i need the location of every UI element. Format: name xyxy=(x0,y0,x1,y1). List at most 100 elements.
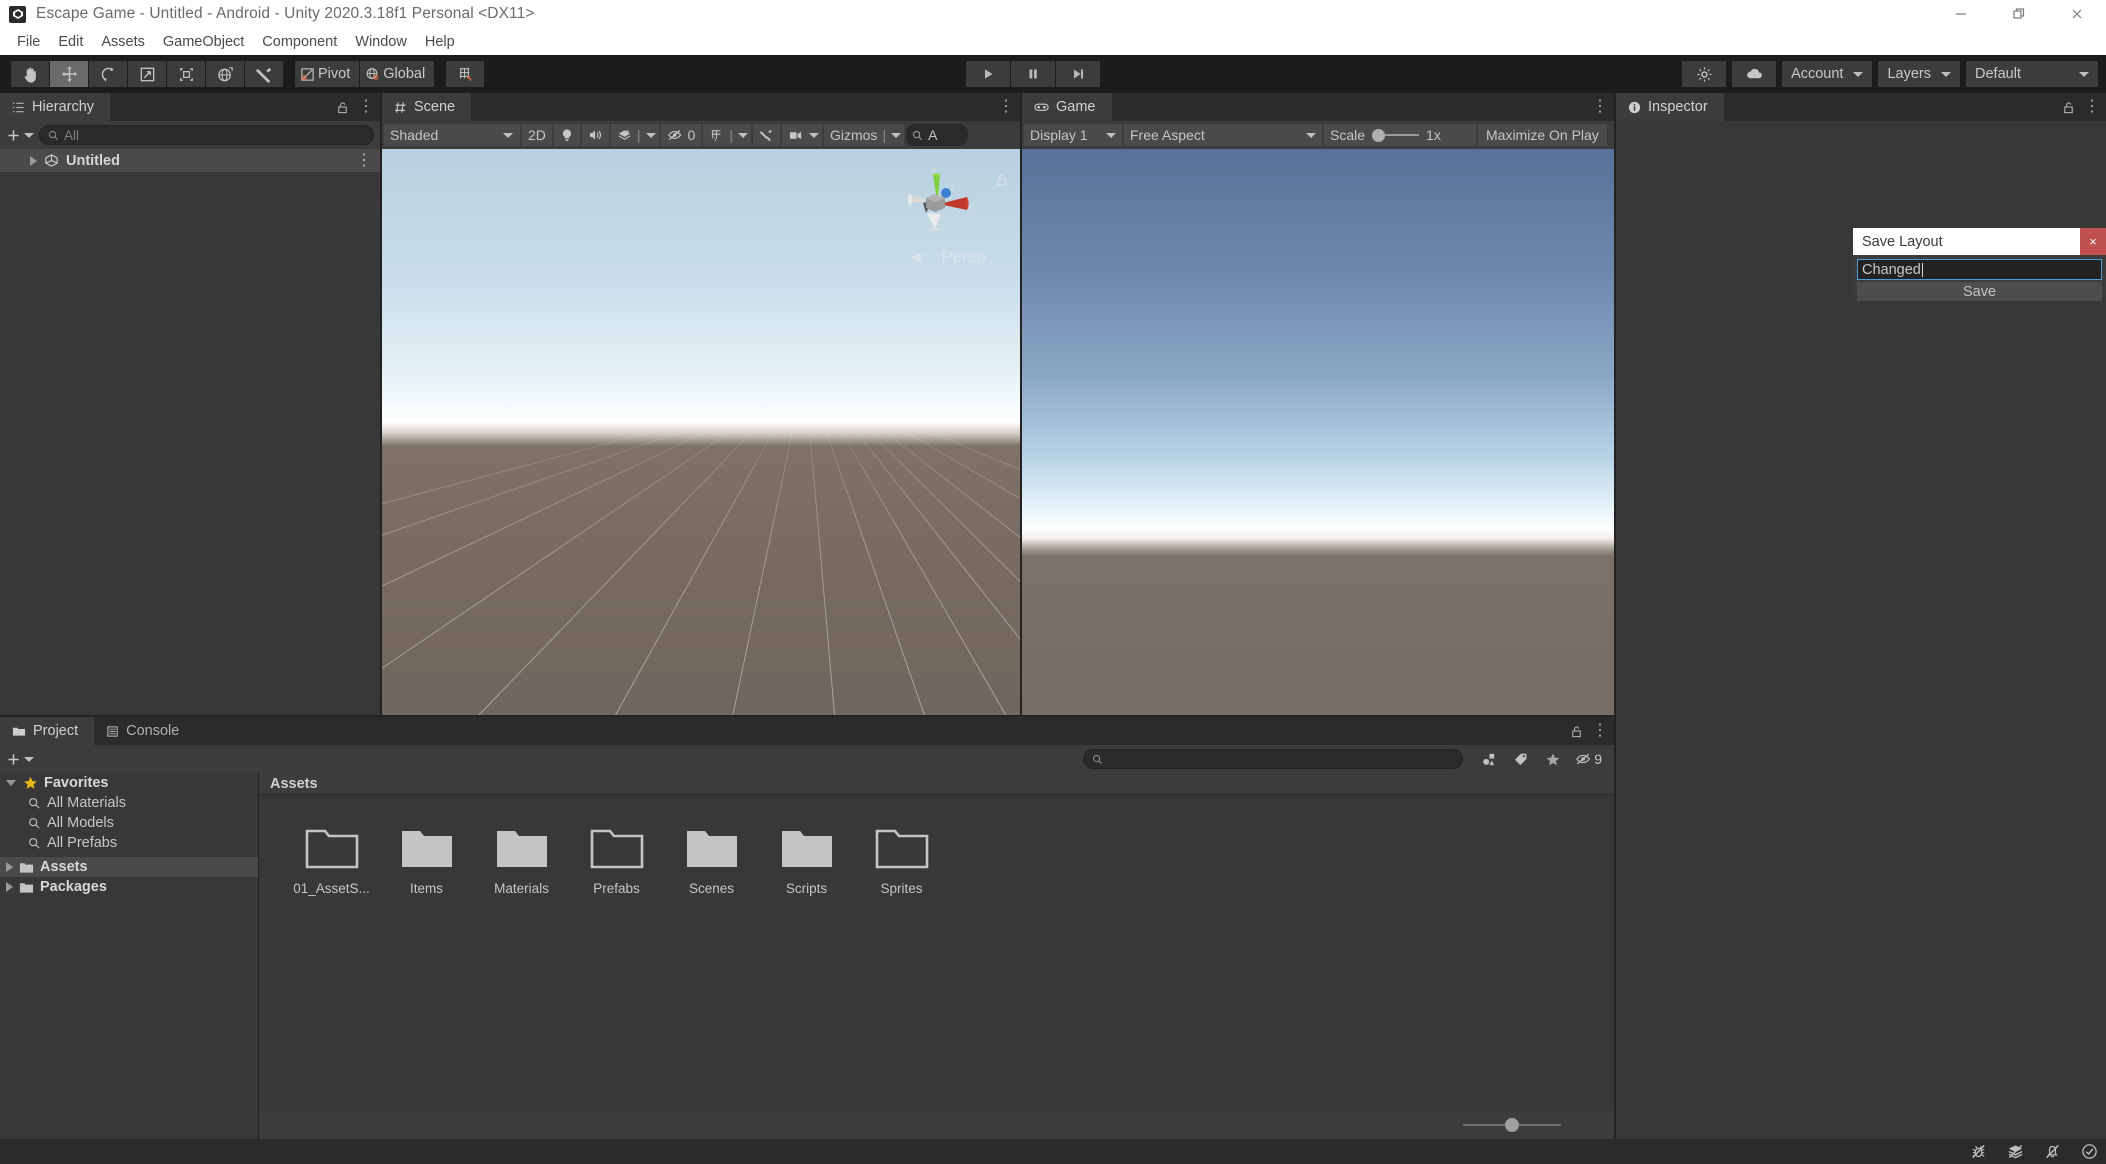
tree-row-all-prefabs[interactable]: All Prefabs xyxy=(0,833,258,853)
menu-assets[interactable]: Assets xyxy=(92,31,154,53)
expand-triangle-icon[interactable] xyxy=(30,155,37,166)
kebab-icon[interactable]: ⋮ xyxy=(2084,99,2100,115)
scene-audio-toggle[interactable] xyxy=(581,124,609,146)
project-search-input[interactable] xyxy=(1083,749,1464,769)
grid-snap-button[interactable] xyxy=(446,61,485,87)
scene-fx-dropdown[interactable]: | xyxy=(610,124,659,146)
asset-item[interactable]: Scenes xyxy=(664,823,759,896)
tab-project[interactable]: Project xyxy=(0,717,95,745)
rect-tool-button[interactable] xyxy=(167,61,205,87)
slider-track[interactable] xyxy=(1385,134,1420,136)
scale-tool-button[interactable] xyxy=(128,61,166,87)
asset-item[interactable]: Items xyxy=(379,823,474,896)
save-button[interactable]: Save xyxy=(1857,282,2102,301)
slider-track[interactable] xyxy=(1463,1124,1505,1126)
menu-help[interactable]: Help xyxy=(416,31,464,53)
layout-dropdown[interactable]: Default xyxy=(1966,61,2098,87)
custom-tool-button[interactable] xyxy=(245,61,283,87)
splitter-top-project[interactable] xyxy=(0,715,1614,717)
lock-icon[interactable] xyxy=(1570,725,1583,738)
scene-2d-toggle[interactable]: 2D xyxy=(522,124,552,146)
hierarchy-add-button[interactable] xyxy=(6,128,34,143)
splitter-main-inspector[interactable] xyxy=(1614,93,1616,1139)
scene-lighting-toggle[interactable] xyxy=(553,124,580,146)
shading-mode-dropdown[interactable]: Shaded xyxy=(384,124,520,146)
asset-item[interactable]: Scripts xyxy=(759,823,854,896)
kebab-icon[interactable]: ⋮ xyxy=(358,99,374,115)
thumbnail-size-slider[interactable] xyxy=(1463,1118,1561,1132)
kebab-icon[interactable]: ⋮ xyxy=(1592,99,1608,115)
tree-row-assets[interactable]: Assets xyxy=(0,857,258,877)
menu-window[interactable]: Window xyxy=(346,31,416,53)
move-tool-button[interactable] xyxy=(50,61,88,87)
gizmos-dropdown[interactable]: Gizmos | xyxy=(823,124,905,146)
scene-grid-dropdown[interactable]: y | xyxy=(703,124,751,146)
menu-component[interactable]: Component xyxy=(253,31,346,53)
slider-track[interactable] xyxy=(1519,1124,1561,1126)
tab-console[interactable]: Console xyxy=(94,717,196,745)
tab-game[interactable]: Game xyxy=(1022,93,1112,121)
scene-camera-dropdown[interactable] xyxy=(781,124,822,146)
scale-slider[interactable]: Scale 1x xyxy=(1324,124,1476,146)
kebab-icon[interactable]: ⋮ xyxy=(1592,723,1608,739)
restore-button[interactable] xyxy=(1990,0,2048,28)
close-icon[interactable]: × xyxy=(2080,228,2106,255)
hand-tool-button[interactable] xyxy=(11,61,49,87)
step-button[interactable] xyxy=(1056,61,1100,87)
tab-scene[interactable]: Scene xyxy=(382,93,472,121)
type-filter-icon[interactable] xyxy=(1473,748,1505,770)
tree-row-all-materials[interactable]: All Materials xyxy=(0,793,258,813)
tab-hierarchy[interactable]: Hierarchy xyxy=(0,93,111,121)
menu-file[interactable]: File xyxy=(8,31,49,53)
tab-inspector[interactable]: Inspector xyxy=(1616,93,1724,121)
scene-viewport[interactable]: ◄ Persp y x z xyxy=(382,149,1020,743)
cloud-icon[interactable] xyxy=(1732,61,1777,87)
scene-hidden-objects-toggle[interactable]: 0 xyxy=(660,124,702,146)
hierarchy-row-untitled[interactable]: Untitled ⋮ xyxy=(0,149,380,172)
asset-item[interactable]: Prefabs xyxy=(569,823,664,896)
lock-icon[interactable] xyxy=(2062,101,2075,114)
scale-slider-control[interactable] xyxy=(1372,128,1420,142)
transform-tool-button[interactable] xyxy=(206,61,244,87)
kebab-icon[interactable]: ⋮ xyxy=(356,152,372,168)
asset-item[interactable]: Materials xyxy=(474,823,569,896)
splitter-hierarchy-scene[interactable] xyxy=(380,93,382,715)
layout-name-input[interactable]: Changed xyxy=(1857,259,2102,280)
expand-triangle-icon[interactable] xyxy=(6,862,13,872)
global-button[interactable]: Global xyxy=(360,61,435,87)
star-icon[interactable] xyxy=(1537,748,1569,770)
tree-row-packages[interactable]: Packages xyxy=(0,877,258,897)
layers-dropdown[interactable]: Layers xyxy=(1878,61,1960,87)
pause-button[interactable] xyxy=(1011,61,1055,87)
menu-gameobject[interactable]: GameObject xyxy=(154,31,253,53)
bug-off-icon[interactable] xyxy=(1970,1143,1987,1160)
asset-item[interactable]: 01_AssetS... xyxy=(284,823,379,896)
check-circle-icon[interactable] xyxy=(2081,1143,2098,1160)
asset-item[interactable]: Sprites xyxy=(854,823,949,896)
tree-row-favorites[interactable]: Favorites xyxy=(0,773,258,793)
tree-row-all-models[interactable]: All Models xyxy=(0,813,258,833)
scene-search-input[interactable]: A xyxy=(906,124,969,146)
hidden-assets-toggle[interactable]: 9 xyxy=(1569,748,1608,770)
hierarchy-search-input[interactable]: All xyxy=(39,125,374,145)
close-button[interactable] xyxy=(2048,0,2106,28)
slider-knob[interactable] xyxy=(1372,128,1386,142)
lock-icon[interactable] xyxy=(336,101,349,114)
aspect-dropdown[interactable]: Free Aspect xyxy=(1124,124,1322,146)
scene-orientation-gizmo[interactable]: y x z xyxy=(901,167,975,241)
maximize-on-play-toggle[interactable]: Maximize On Play xyxy=(1478,124,1607,146)
menu-edit[interactable]: Edit xyxy=(49,31,92,53)
game-viewport[interactable] xyxy=(1022,149,1614,743)
rotate-tool-button[interactable] xyxy=(89,61,127,87)
bell-off-icon[interactable] xyxy=(2044,1143,2061,1160)
account-dropdown[interactable]: Account xyxy=(1782,61,1873,87)
splitter-scene-game[interactable] xyxy=(1020,93,1022,715)
slider-knob[interactable] xyxy=(1505,1118,1519,1132)
kebab-icon[interactable]: ⋮ xyxy=(998,99,1014,115)
scene-lock-icon[interactable] xyxy=(995,173,1008,191)
expand-triangle-icon[interactable] xyxy=(6,882,13,892)
pivot-button[interactable]: Pivot xyxy=(295,61,360,87)
label-filter-icon[interactable] xyxy=(1505,748,1537,770)
project-add-button[interactable] xyxy=(6,752,34,767)
play-button[interactable] xyxy=(966,61,1010,87)
